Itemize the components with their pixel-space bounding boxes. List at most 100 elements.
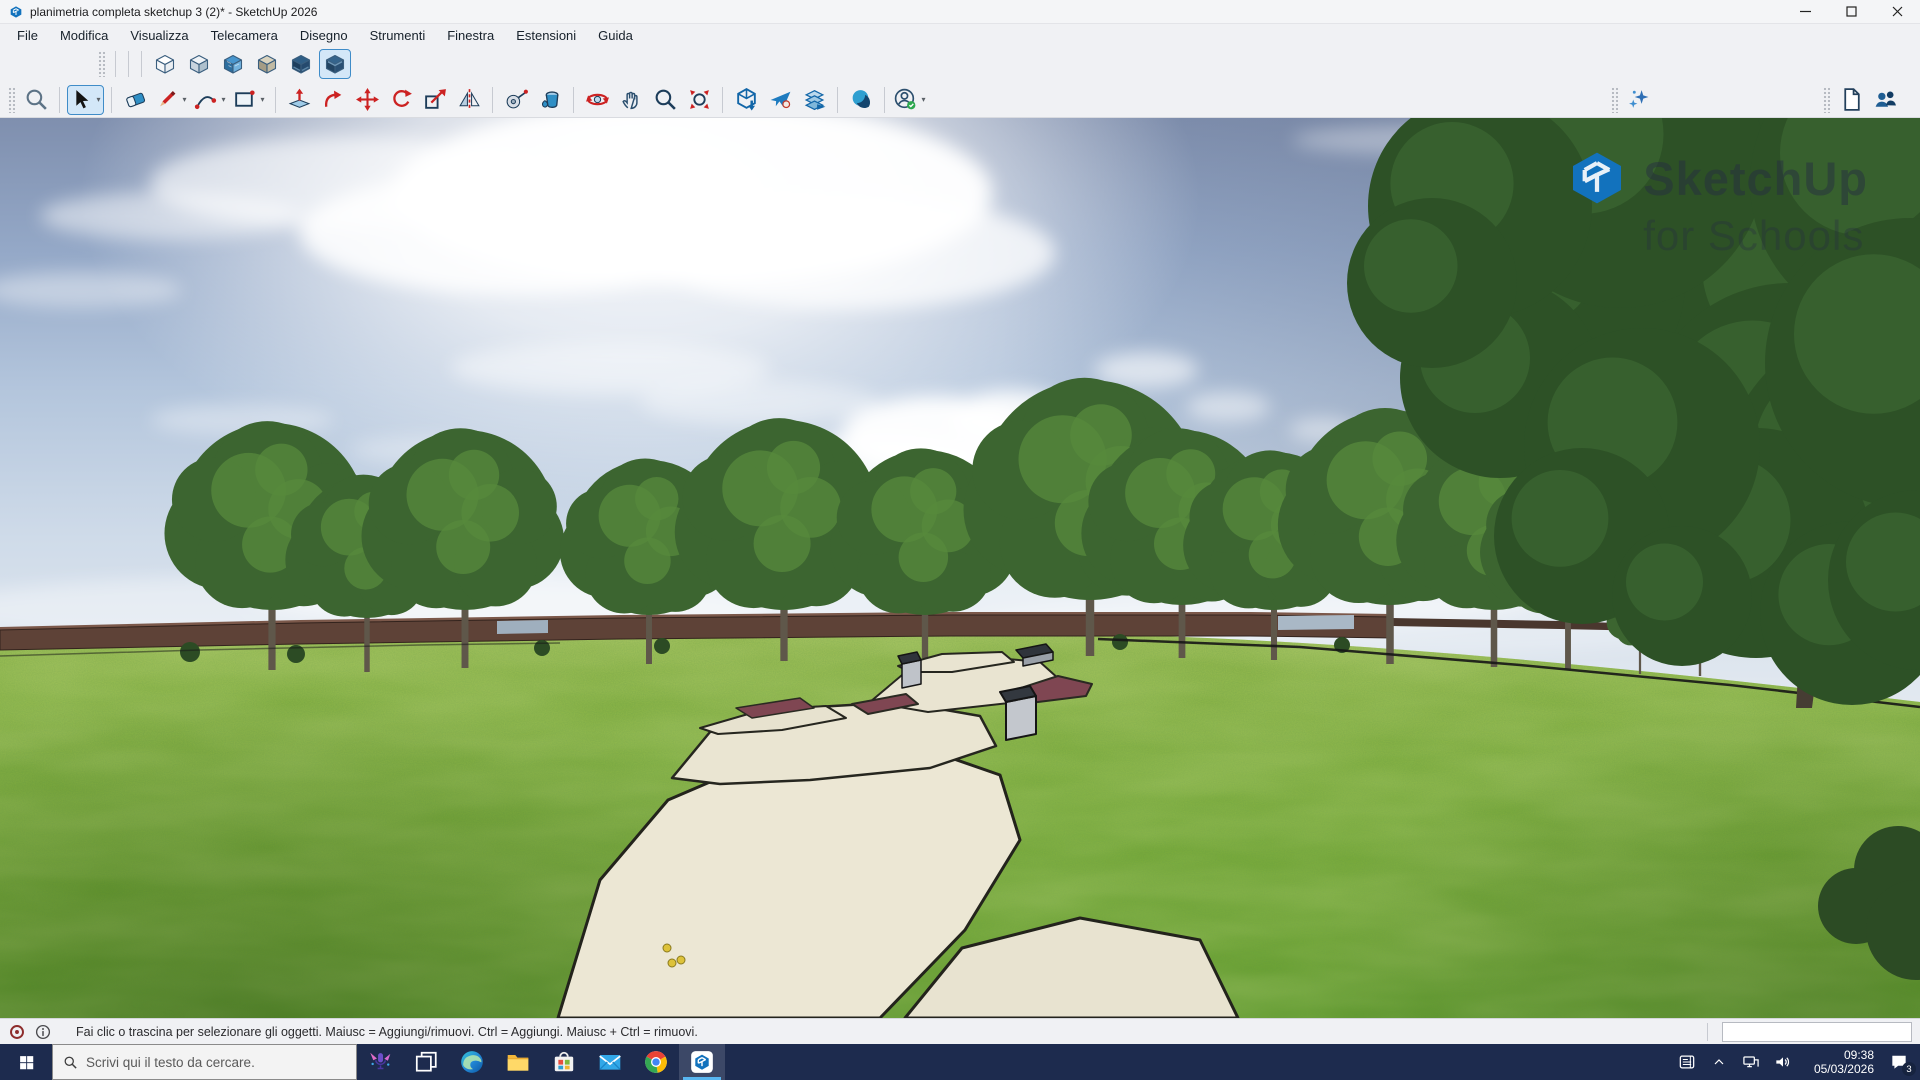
- taskbar-task-view[interactable]: [403, 1044, 449, 1080]
- hidden-line-style-button[interactable]: [149, 49, 181, 79]
- system-tray: 09:38 05/03/2026 3: [1676, 1044, 1920, 1080]
- eraser-tool[interactable]: [119, 85, 151, 115]
- taskbar-edge[interactable]: [449, 1044, 495, 1080]
- close-button[interactable]: [1874, 0, 1920, 23]
- taskbar-file-explorer[interactable]: [495, 1044, 541, 1080]
- tools-toolbar: ▾ ▾ ▾ ▾ ▾: [0, 82, 1920, 118]
- taskbar-sketchup[interactable]: [679, 1044, 725, 1080]
- taskbar-mail[interactable]: [587, 1044, 633, 1080]
- export-layers-tool[interactable]: [798, 85, 830, 115]
- ai-assistant-tool[interactable]: [1623, 85, 1655, 115]
- taskbar-search[interactable]: [52, 1044, 357, 1080]
- 3d-warehouse-tool[interactable]: [730, 85, 762, 115]
- shaded-textures-style-button[interactable]: [217, 49, 249, 79]
- orbit-icon: [585, 87, 610, 112]
- menu-strumenti[interactable]: Strumenti: [359, 26, 437, 45]
- pushpull-tool[interactable]: [283, 85, 315, 115]
- title-bar: planimetria completa sketchup 3 (2)* - S…: [0, 0, 1920, 24]
- measurements-input[interactable]: [1722, 1022, 1912, 1042]
- pushpull-icon: [287, 87, 312, 112]
- network-icon[interactable]: [1740, 1051, 1762, 1073]
- dark-style-2-style-button[interactable]: [319, 49, 351, 79]
- select-tool[interactable]: ▾: [67, 85, 104, 115]
- select-dropdown-caret[interactable]: ▾: [94, 95, 103, 104]
- notification-center-icon[interactable]: 3: [1884, 1049, 1914, 1075]
- menu-modifica[interactable]: Modifica: [49, 26, 119, 45]
- send-model-tool[interactable]: [764, 85, 796, 115]
- rectangle-tool[interactable]: ▾: [231, 85, 268, 115]
- arc-tool[interactable]: ▾: [192, 85, 229, 115]
- menu-finestra[interactable]: Finestra: [436, 26, 505, 45]
- arc-dropdown-caret[interactable]: ▾: [219, 95, 228, 104]
- freehand-tool[interactable]: ▾: [153, 85, 190, 115]
- taskbar-chrome[interactable]: [633, 1044, 679, 1080]
- start-button[interactable]: [0, 1044, 52, 1080]
- viewport-3d-scene[interactable]: [0, 118, 1920, 1018]
- pan-tool[interactable]: [615, 85, 647, 115]
- toolbar-separator: [275, 87, 276, 113]
- menu-telecamera[interactable]: Telecamera: [200, 26, 289, 45]
- search-highlights-icon: [367, 1049, 393, 1075]
- rectangle-dropdown-caret[interactable]: ▾: [258, 95, 267, 104]
- shapes-tool[interactable]: [845, 85, 877, 115]
- freehand-dropdown-caret[interactable]: ▾: [180, 95, 189, 104]
- move-tool[interactable]: [351, 85, 383, 115]
- rotate-tool[interactable]: [385, 85, 417, 115]
- info-icon[interactable]: [34, 1023, 52, 1041]
- flip-icon: [457, 87, 482, 112]
- menu-disegno[interactable]: Disegno: [289, 26, 359, 45]
- zoom-extents-tool[interactable]: [683, 85, 715, 115]
- toolbar-separator: [573, 87, 574, 113]
- toolbar-grip[interactable]: [98, 51, 105, 77]
- sketchup-icon: [689, 1049, 715, 1075]
- move-icon: [355, 87, 380, 112]
- zoom-tool[interactable]: [649, 85, 681, 115]
- clock-time: 09:38: [1804, 1048, 1874, 1062]
- shaded-style-button[interactable]: [183, 49, 215, 79]
- windows-logo-icon: [18, 1054, 35, 1071]
- menu-estensioni[interactable]: Estensioni: [505, 26, 587, 45]
- menu-guida[interactable]: Guida: [587, 26, 644, 45]
- dark-style-1-icon: [289, 52, 313, 76]
- zoom-extents-icon: [687, 87, 712, 112]
- maximize-button[interactable]: [1828, 0, 1874, 23]
- window-title: planimetria completa sketchup 3 (2)* - S…: [30, 5, 317, 19]
- taskbar-clock[interactable]: 09:38 05/03/2026: [1804, 1048, 1874, 1076]
- new-document-tool[interactable]: [1835, 85, 1867, 115]
- viewport: SketchUp for Schools: [0, 118, 1920, 1018]
- search-input[interactable]: [86, 1055, 356, 1070]
- orbit-tool[interactable]: [581, 85, 613, 115]
- collaborators-tool[interactable]: [1869, 85, 1901, 115]
- scale-tool[interactable]: [419, 85, 451, 115]
- toolbar-grip[interactable]: [1611, 87, 1618, 113]
- news-icon[interactable]: [1676, 1051, 1698, 1073]
- account-dropdown-caret[interactable]: ▾: [919, 95, 928, 104]
- flip-tool[interactable]: [453, 85, 485, 115]
- clock-date: 05/03/2026: [1804, 1062, 1874, 1076]
- account-icon: [893, 87, 918, 112]
- geolocation-icon[interactable]: [8, 1023, 26, 1041]
- shaded-textures-icon: [221, 52, 245, 76]
- hidden-line-icon: [153, 52, 177, 76]
- toolbar-separator: [722, 87, 723, 113]
- paint-bucket-tool[interactable]: [534, 85, 566, 115]
- send-model-icon: [768, 87, 793, 112]
- minimize-button[interactable]: [1782, 0, 1828, 23]
- zoom-region-tool[interactable]: [20, 85, 52, 115]
- edge-icon: [459, 1049, 485, 1075]
- menu-file[interactable]: File: [6, 26, 49, 45]
- followme-tool[interactable]: [317, 85, 349, 115]
- monochrome-style-button[interactable]: [251, 49, 283, 79]
- toolbar-grip[interactable]: [8, 87, 15, 113]
- taskbar-store[interactable]: [541, 1044, 587, 1080]
- dark-style-1-style-button[interactable]: [285, 49, 317, 79]
- account-tool[interactable]: ▾: [892, 85, 929, 115]
- toolbar-separator: [884, 87, 885, 113]
- toolbar-grip[interactable]: [1823, 87, 1830, 113]
- menu-visualizza[interactable]: Visualizza: [119, 26, 199, 45]
- status-message: Fai clic o trascina per selezionare gli …: [76, 1025, 698, 1039]
- taskbar-search-highlights[interactable]: [357, 1044, 403, 1080]
- tape-measure-tool[interactable]: [500, 85, 532, 115]
- chevron-up-icon[interactable]: [1708, 1051, 1730, 1073]
- speaker-icon[interactable]: [1772, 1051, 1794, 1073]
